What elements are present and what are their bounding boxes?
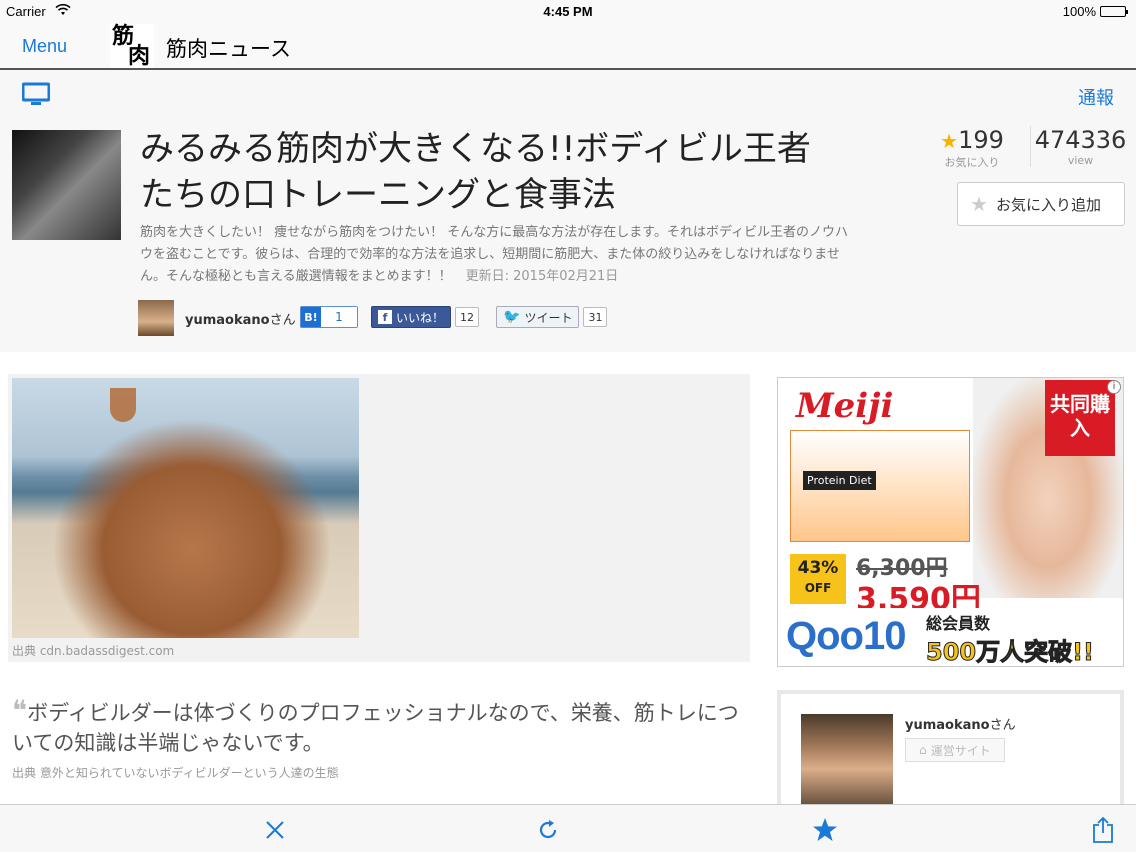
share-icon[interactable] [1090, 816, 1116, 843]
author-name[interactable]: yumaokanoさん [185, 309, 296, 328]
bodybuilder-photo[interactable] [12, 378, 359, 638]
ad-group-buy-badge: 共同購入 [1045, 380, 1115, 456]
author-site-button[interactable]: ⌂ 運営サイト [905, 738, 1005, 762]
twitter-bird-icon: 🐦 [503, 309, 521, 325]
menu-button[interactable]: Menu [22, 36, 67, 57]
site-logo[interactable]: 筋 肉 [110, 24, 154, 68]
article-description: 筋肉を大きくしたい！ 痩せながら筋肉をつけたい！ そんな方に最高な方法が存在しま… [140, 222, 856, 288]
image-credit[interactable]: 出典 cdn.badassdigest.com [12, 642, 174, 659]
ad-members-label: 総会員数 [926, 614, 991, 633]
article-thumbnail [12, 130, 121, 240]
quote-credit[interactable]: 出典 意外と知られていないボディビルダーという人達の生態 [12, 764, 339, 781]
sub-bar: 通報 [0, 72, 1136, 120]
ad-product-name: Protein Diet [803, 471, 876, 490]
image-block: 出典 cdn.badassdigest.com [8, 374, 750, 662]
star-icon: ★ [940, 129, 959, 153]
article-header: みるみる筋肉が大きくなる!!ボディビル王者たちの口トレーニングと食事法 筋肉を大… [0, 120, 1136, 352]
favorite-count: 199 [958, 126, 1004, 154]
view-count: 474336 [1034, 126, 1127, 154]
quote-mark-icon: ❝ [12, 694, 28, 727]
favorite-label: お気に入り [944, 156, 1000, 169]
author-line: yumaokanoさん B! 1 f いいね！ 12 🐦 ツイート 31 [138, 300, 638, 336]
ad-store-bar: Qoo10 総会員数 500万人突破!! [778, 608, 1123, 667]
battery-percent: 100% [1062, 4, 1096, 19]
author-card: yumaokanoさん ⌂ 運営サイト [777, 690, 1124, 804]
tweet-count: 31 [583, 307, 608, 327]
facebook-like-button[interactable]: f いいね！ [371, 306, 452, 328]
reload-icon[interactable] [535, 817, 561, 843]
ad-brand-logo: Meiji [796, 386, 894, 426]
close-icon[interactable] [262, 817, 288, 843]
add-favorite-button[interactable]: ★ お気に入り追加 [957, 182, 1125, 226]
desktop-view-icon[interactable] [21, 82, 51, 108]
hatena-count: 1 [321, 307, 357, 327]
hatena-icon: B! [301, 307, 321, 327]
article-stats: ★199 お気に入り 474336 view [936, 126, 1126, 172]
quote-block: ❝ボディビルダーは体づくりのプロフェッショナルなので、栄養、筋トレについての知識… [12, 696, 742, 758]
author-card-name[interactable]: yumaokanoさん [905, 714, 1016, 733]
author-avatar[interactable] [138, 300, 174, 336]
star-outline-icon: ★ [970, 192, 988, 216]
status-bar: Carrier 4:45 PM 100% [0, 0, 1136, 22]
ad-members-count: 500万人突破!! [926, 638, 1095, 667]
author-site-label: 運営サイト [930, 743, 991, 758]
hatena-button[interactable]: B! 1 [300, 306, 358, 328]
report-link[interactable]: 通報 [1078, 84, 1114, 110]
article-title: みるみる筋肉が大きくなる!!ボディビル王者たちの口トレーニングと食事法 [140, 129, 811, 215]
view-label: view [1067, 154, 1094, 167]
battery-indicator: 100% [1062, 4, 1128, 19]
advertisement[interactable]: Meiji Protein Diet 共同購入 43% OFF 6,300円 3,… [777, 377, 1124, 667]
battery-icon [1100, 6, 1128, 17]
site-name[interactable]: 筋肉ニュース [166, 33, 291, 63]
favorite-stat: ★199 お気に入り [936, 126, 1008, 170]
facebook-like[interactable]: f いいね！ 12 [371, 306, 480, 328]
updated-date: 更新日: 2015年02月21日 [465, 269, 619, 284]
facebook-icon: f [378, 310, 392, 324]
bookmark-star-icon[interactable] [812, 817, 838, 843]
ad-info-icon[interactable]: i [1107, 380, 1121, 394]
ad-product-box: Protein Diet [790, 430, 970, 542]
hatena-bookmark[interactable]: B! 1 [300, 306, 358, 328]
tweet-button[interactable]: 🐦 ツイート [496, 306, 580, 328]
article-content: 出典 cdn.badassdigest.com ❝ボディビルダーは体づくりのプロ… [0, 352, 1136, 804]
ad-store-logo: Qoo10 [786, 614, 906, 658]
facebook-like-label: いいね！ [396, 310, 445, 325]
logo-char-2: 肉 [128, 43, 151, 69]
quote-text: ボディビルダーは体づくりのプロフェッショナルなので、栄養、筋トレについての知識は… [12, 701, 739, 755]
ad-discount-badge: 43% OFF [790, 554, 846, 604]
home-icon: ⌂ [919, 743, 927, 757]
author-card-photo[interactable] [801, 714, 893, 804]
twitter-tweet[interactable]: 🐦 ツイート 31 [496, 306, 608, 328]
nav-bar: Menu 筋 肉 筋肉ニュース [0, 22, 1136, 70]
facebook-count: 12 [455, 307, 480, 327]
view-stat: 474336 view [1030, 126, 1130, 167]
tweet-label: ツイート [524, 310, 573, 325]
bottom-toolbar [0, 804, 1136, 852]
add-favorite-label: お気に入り追加 [995, 195, 1101, 214]
clock: 4:45 PM [543, 4, 593, 19]
